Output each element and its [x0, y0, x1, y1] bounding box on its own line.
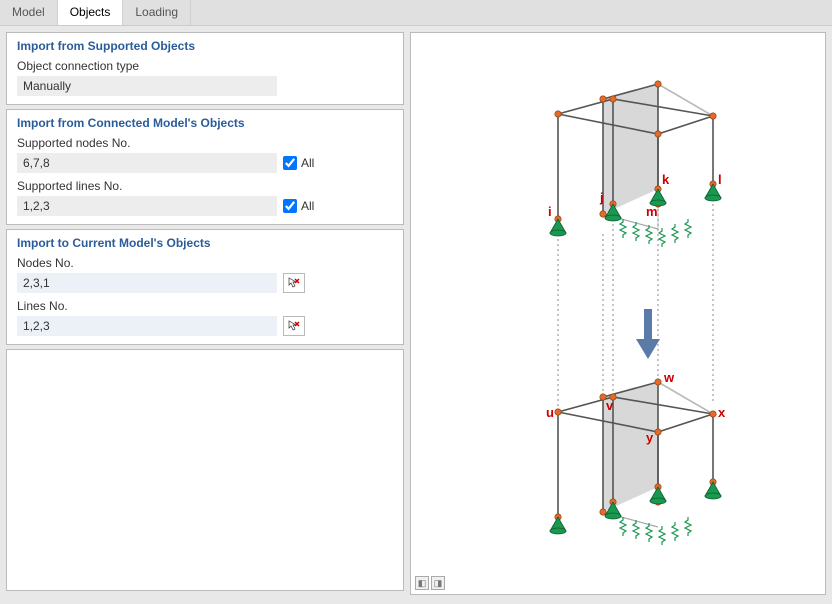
- left-panel: Import from Supported Objects Object con…: [6, 32, 404, 595]
- group-title: Import to Current Model's Objects: [17, 236, 393, 250]
- lines-no-input[interactable]: [17, 316, 277, 336]
- svg-text:v: v: [606, 398, 614, 413]
- nodes-no-label: Nodes No.: [17, 256, 393, 270]
- nodes-no-input[interactable]: [17, 273, 277, 293]
- pick-lines-button[interactable]: [283, 316, 305, 336]
- svg-text:i: i: [548, 204, 552, 219]
- supported-nodes-all-checkbox[interactable]: [283, 156, 297, 170]
- preview-panel: i j k l m: [410, 32, 826, 595]
- supported-lines-all[interactable]: All: [283, 199, 314, 213]
- tab-loading[interactable]: Loading: [123, 0, 191, 25]
- group-empty: [6, 349, 404, 591]
- view-toggle-icons: ◧ ◨: [415, 576, 445, 590]
- pick-nodes-button[interactable]: [283, 273, 305, 293]
- group-title: Import from Connected Model's Objects: [17, 116, 393, 130]
- conn-type-label: Object connection type: [17, 59, 393, 73]
- conn-type-input[interactable]: [17, 76, 277, 96]
- group-import-connected: Import from Connected Model's Objects Su…: [6, 109, 404, 225]
- svg-text:k: k: [662, 172, 670, 187]
- supported-nodes-label: Supported nodes No.: [17, 136, 393, 150]
- view-icon-2[interactable]: ◨: [431, 576, 445, 590]
- supported-nodes-all[interactable]: All: [283, 156, 314, 170]
- lines-no-label: Lines No.: [17, 299, 393, 313]
- all-label: All: [301, 199, 314, 213]
- model-diagram: i j k l m: [458, 54, 778, 574]
- group-title: Import from Supported Objects: [17, 39, 393, 53]
- supported-lines-all-checkbox[interactable]: [283, 199, 297, 213]
- supported-nodes-input[interactable]: [17, 153, 277, 173]
- tab-objects[interactable]: Objects: [58, 0, 124, 25]
- svg-text:j: j: [599, 190, 604, 205]
- tab-bar: Model Objects Loading: [0, 0, 832, 26]
- cursor-x-icon: [288, 320, 300, 332]
- svg-text:x: x: [718, 405, 726, 420]
- svg-text:l: l: [718, 172, 722, 187]
- cursor-x-icon: [288, 277, 300, 289]
- group-import-supported: Import from Supported Objects Object con…: [6, 32, 404, 105]
- supported-lines-input[interactable]: [17, 196, 277, 216]
- svg-text:w: w: [663, 370, 675, 385]
- tab-model[interactable]: Model: [0, 0, 58, 25]
- view-icon-1[interactable]: ◧: [415, 576, 429, 590]
- group-import-current: Import to Current Model's Objects Nodes …: [6, 229, 404, 345]
- svg-text:u: u: [546, 405, 554, 420]
- all-label: All: [301, 156, 314, 170]
- supported-lines-label: Supported lines No.: [17, 179, 393, 193]
- svg-text:y: y: [646, 430, 654, 445]
